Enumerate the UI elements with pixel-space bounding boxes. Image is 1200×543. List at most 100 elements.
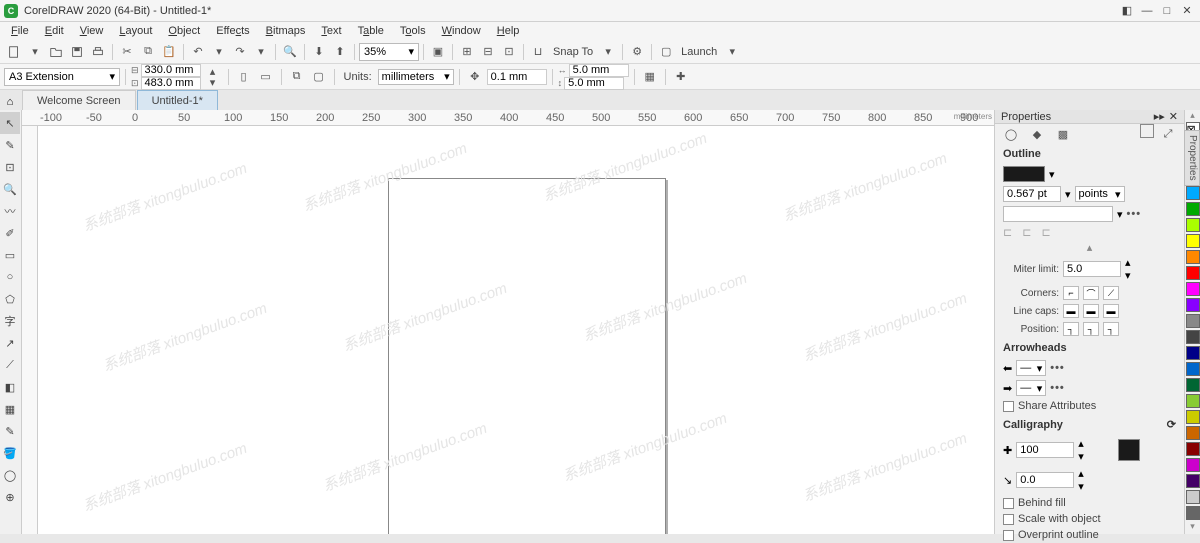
canvas[interactable]: 系统部落 xitongbuluo.com 系统部落 xitongbuluo.co… [38,126,994,534]
menu-window[interactable]: Window [435,24,488,38]
color-swatch[interactable] [1186,458,1200,472]
outline-units-select[interactable]: points▾ [1075,186,1125,202]
page-width-input[interactable]: 330.0 mm [141,64,201,77]
eyedropper-tool[interactable]: ✎ [0,420,20,442]
menu-file[interactable]: File [4,24,36,38]
search-button[interactable]: 🔍 [280,42,300,62]
color-swatch[interactable] [1186,234,1200,248]
arrow-start-select[interactable]: —▾ [1016,360,1046,376]
arrow-end-select[interactable]: —▾ [1016,380,1046,396]
undo-button[interactable]: ↶ [188,42,208,62]
menu-layout[interactable]: Layout [112,24,159,38]
spinner-down[interactable]: ▾ [1078,450,1084,463]
snap-to-label[interactable]: Snap To [549,46,597,58]
line-style-dropdown-icon[interactable]: ▾ [1117,208,1123,221]
panel-close-icon[interactable]: ✕ [1169,110,1178,123]
corner-bevel-button[interactable]: ⟋ [1103,286,1119,300]
cap-square-button[interactable]: ▬ [1103,304,1119,318]
corner-round-button[interactable]: ⌒ [1083,286,1099,300]
behind-fill-checkbox[interactable]: Behind fill [995,495,1184,511]
panel-menu-icon[interactable]: ▸▸ [1154,110,1165,123]
arrow-end-more-icon[interactable]: ••• [1050,382,1065,394]
home-icon[interactable]: ⌂ [2,94,18,110]
color-swatch[interactable] [1186,266,1200,280]
freehand-tool[interactable]: 〰 [0,200,20,222]
color-swatch[interactable] [1186,410,1200,424]
spinner-down[interactable]: ▾ [1125,269,1131,282]
connector-tool[interactable]: ⟋ [0,354,20,376]
tab-welcome[interactable]: Welcome Screen [22,90,136,110]
new-button[interactable] [4,42,24,62]
position-inside-button[interactable]: ┐ [1103,322,1119,336]
color-swatch[interactable] [1186,378,1200,392]
panel-expand-icon[interactable]: ⤢ [1158,124,1178,144]
text-tool[interactable]: 字 [0,310,20,332]
landscape-button[interactable]: ▭ [256,67,276,87]
color-swatch[interactable] [1186,298,1200,312]
color-swatch[interactable] [1186,474,1200,488]
dash-preset-1[interactable]: ⊏ [1003,226,1012,239]
drawing-page[interactable] [388,178,666,534]
side-tab-properties[interactable]: Properties [1184,130,1200,186]
new-dropdown-icon[interactable]: ▾ [25,42,45,62]
snap-magnet-icon[interactable]: ⊔ [528,42,548,62]
color-swatch[interactable] [1186,490,1200,504]
color-swatch[interactable] [1186,394,1200,408]
rectangle-tool[interactable]: ▭ [0,244,20,266]
outline-tab-icon[interactable]: ◯ [1001,124,1021,144]
dup-x-input[interactable]: 5.0 mm [569,64,629,77]
dim-spinner-down[interactable]: ▾ [203,77,223,88]
copy-button[interactable]: ⧉ [138,42,158,62]
snap-guides-button[interactable]: ⊟ [478,42,498,62]
color-swatch[interactable] [1186,202,1200,216]
zoom-tool[interactable]: 🔍 [0,178,20,200]
close-button[interactable]: ✕ [1178,3,1196,19]
launch-label[interactable]: Launch [677,46,721,58]
menu-edit[interactable]: Edit [38,24,71,38]
color-dropdown-icon[interactable]: ▾ [1049,168,1055,181]
color-swatch[interactable] [1186,330,1200,344]
color-swatch[interactable] [1186,426,1200,440]
shape-tool[interactable]: ✎ [0,134,20,156]
current-page-button[interactable]: ▢ [309,67,329,87]
menu-bitmaps[interactable]: Bitmaps [259,24,313,38]
page-height-input[interactable]: 483.0 mm [141,77,201,90]
menu-effects[interactable]: Effects [209,24,256,38]
drop-shadow-tool[interactable]: ◧ [0,376,20,398]
share-attributes-checkbox[interactable]: Share Attributes [995,398,1184,414]
export-button[interactable]: ⬆ [330,42,350,62]
width-dropdown-icon[interactable]: ▾ [1065,188,1071,201]
minimize-button[interactable]: — [1138,3,1156,19]
calligraphy-reset-icon[interactable]: ⟳ [1167,418,1176,431]
section-collapse-icon[interactable]: ▴ [995,241,1184,254]
options-button[interactable]: ⚙ [627,42,647,62]
all-pages-button[interactable]: ⧉ [287,67,307,87]
nudge-input[interactable]: 0.1 mm [487,69,547,85]
outline-color-swatch[interactable] [1003,166,1045,182]
spinner-up[interactable]: ▴ [1125,256,1131,269]
redo-dropdown-icon[interactable]: ▾ [251,42,271,62]
overprint-outline-checkbox[interactable]: Overprint outline [995,527,1184,543]
menu-table[interactable]: Table [351,24,391,38]
ruler-vertical[interactable] [22,126,38,534]
redo-button[interactable]: ↷ [230,42,250,62]
dash-preset-2[interactable]: ⊏ [1022,226,1031,239]
fullscreen-button[interactable]: ▣ [428,42,448,62]
spinner-up[interactable]: ▴ [1078,467,1084,480]
panel-layout-icon[interactable] [1140,124,1154,138]
corner-miter-button[interactable]: ⌐ [1063,286,1079,300]
line-style-more-icon[interactable]: ••• [1127,208,1142,220]
spinner-up[interactable]: ▴ [1078,437,1084,450]
print-button[interactable] [88,42,108,62]
canvas-area[interactable]: millimeters -100-50050100150200250300350… [22,110,994,534]
menu-text[interactable]: Text [314,24,348,38]
spinner-down[interactable]: ▾ [1078,480,1084,493]
menu-object[interactable]: Object [161,24,207,38]
color-swatch[interactable] [1186,346,1200,360]
snap-dropdown-icon[interactable]: ▾ [598,42,618,62]
treat-as-filled-button[interactable]: ▦ [640,67,660,87]
artistic-media-tool[interactable]: ✐ [0,222,20,244]
transparency-tab-icon[interactable]: ▩ [1053,124,1073,144]
miter-limit-input[interactable]: 5.0 [1063,261,1121,277]
tab-untitled[interactable]: Untitled-1* [137,90,218,110]
